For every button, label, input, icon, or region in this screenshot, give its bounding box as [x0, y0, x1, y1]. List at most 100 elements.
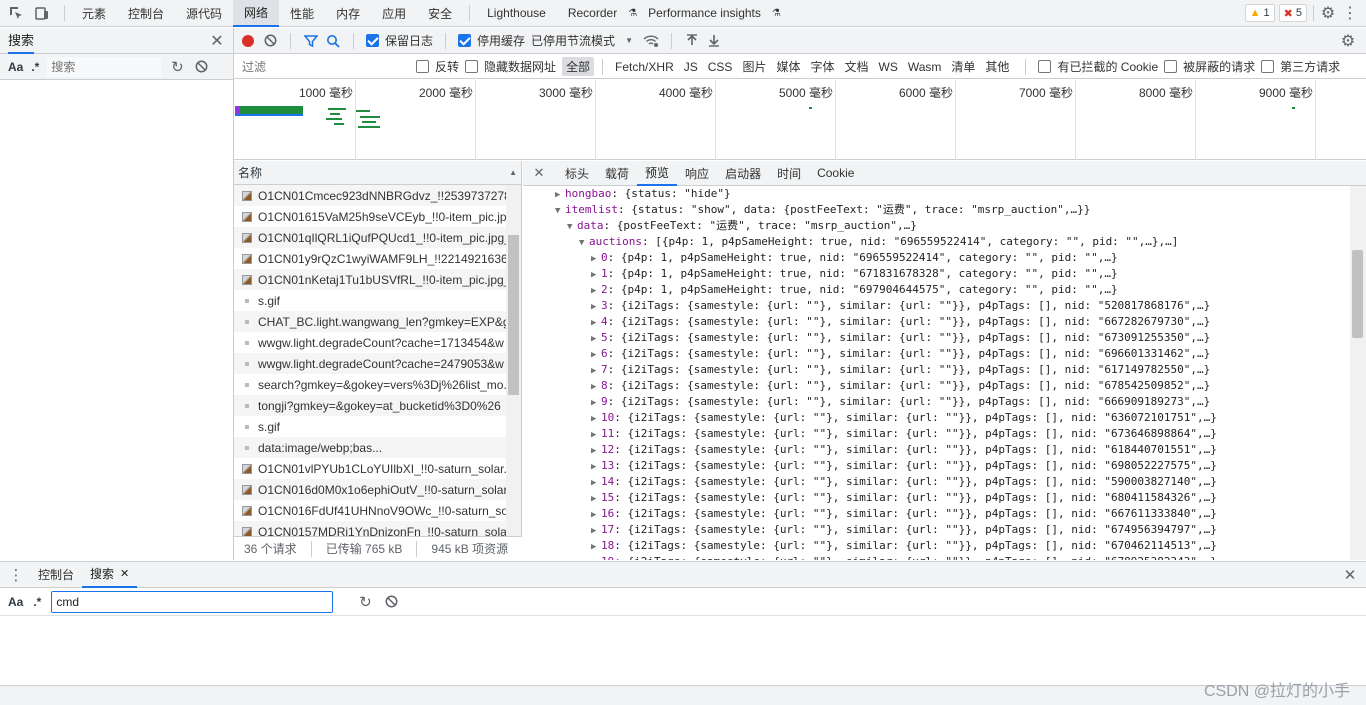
json-line[interactable]: ▶19: {i2iTags: {samestyle: {url: ""}, si…	[523, 554, 1350, 560]
json-line[interactable]: ▶ 9: {i2iTags: {samestyle: {url: ""}, sim…	[523, 394, 1350, 410]
collapsed-triangle-icon[interactable]: ▶	[591, 363, 601, 379]
third-party-checkbox[interactable]	[1261, 60, 1275, 73]
request-row[interactable]: wwgw.light.degradeCount?cache=1713454&w	[234, 332, 521, 353]
tab-9[interactable]: Recorder	[557, 0, 628, 27]
json-line[interactable]: ▶ 8: {i2iTags: {samestyle: {url: ""}, sim…	[523, 378, 1350, 394]
detail-tab-0[interactable]: 标头	[557, 161, 597, 186]
filter-type-0[interactable]: 全部	[562, 57, 595, 76]
json-line[interactable]: ▶ 11: {i2iTags: {samestyle: {url: ""}, si…	[523, 426, 1350, 442]
more-options-icon[interactable]: ⋮	[1342, 5, 1358, 22]
collapsed-triangle-icon[interactable]: ▶	[591, 395, 601, 411]
request-row[interactable]: O1CN016d0M0x1o6ephiOutV_!!0-saturn_solar	[234, 479, 521, 500]
collapsed-triangle-icon[interactable]: ▶	[591, 555, 601, 560]
request-row[interactable]: data:image/webp;bas...	[234, 437, 521, 458]
record-icon[interactable]	[240, 33, 256, 49]
json-line[interactable]: ▶ 1: {p4p: 1, p4pSameHeight: true, nid: "…	[523, 266, 1350, 282]
search-tab-title[interactable]: 搜索	[8, 28, 35, 54]
json-line[interactable]: ▶ 3: {i2iTags: {samestyle: {url: ""}, sim…	[523, 298, 1350, 314]
expanded-triangle-icon[interactable]: ▼	[579, 235, 589, 251]
collapsed-triangle-icon[interactable]: ▶	[555, 187, 565, 203]
detail-tab-6[interactable]: Cookie	[809, 161, 862, 186]
throttle-dropdown-icon[interactable]: ▼	[621, 33, 637, 49]
disable-cache-checkbox[interactable]	[458, 34, 472, 47]
network-overview-timeline[interactable]: 1000 毫秒 2000 毫秒 3000 毫秒 4000 毫秒 5000 毫秒 6000 …	[234, 80, 1366, 160]
detail-tab-1[interactable]: 载荷	[597, 161, 637, 186]
request-row[interactable]: O1CN01vlPYUb1CLoYUIlbXI_!!0-saturn_solar…	[234, 458, 521, 479]
collapsed-triangle-icon[interactable]: ▶	[591, 267, 601, 283]
filter-type-3[interactable]: CSS	[704, 59, 737, 75]
preview-scroll-thumb[interactable]	[1352, 250, 1363, 338]
tab-8[interactable]: Lighthouse	[476, 0, 557, 27]
json-line[interactable]: ▶ 16: {i2iTags: {samestyle: {url: ""}, si…	[523, 506, 1350, 522]
hide-data-urls-checkbox[interactable]	[465, 60, 479, 73]
json-line[interactable]: ▶ 12: {i2iTags: {samestyle: {url: ""}, si…	[523, 442, 1350, 458]
invert-checkbox[interactable]	[416, 60, 429, 73]
export-har-icon[interactable]	[706, 33, 722, 49]
name-column-header[interactable]: 名称	[238, 164, 262, 181]
request-list-scrollbar[interactable]	[506, 185, 521, 536]
json-line[interactable]: ▼ data: {postFeeText: "运费", trace: "msrp_…	[523, 218, 1350, 234]
json-line[interactable]: ▶ 14: {i2iTags: {samestyle: {url: ""}, si…	[523, 474, 1350, 490]
filter-type-2[interactable]: JS	[680, 59, 702, 75]
collapsed-triangle-icon[interactable]: ▶	[591, 283, 601, 299]
tab-3[interactable]: 网络	[233, 0, 280, 27]
filter-type-9[interactable]: Wasm	[904, 59, 946, 75]
settings-gear-icon[interactable]: ⚙	[1320, 5, 1336, 22]
network-settings-gear-icon[interactable]: ⚙	[1340, 33, 1356, 50]
request-list-scroll-thumb[interactable]	[508, 235, 519, 395]
tab-2[interactable]: 源代码	[175, 0, 233, 27]
request-row[interactable]: s.gif	[234, 416, 521, 437]
match-case-button[interactable]: Aa	[8, 60, 23, 74]
json-line[interactable]: ▶ hongbao: {status: "hide"}	[523, 186, 1350, 202]
drawer-clear-icon[interactable]	[383, 594, 399, 610]
drawer-regex-button[interactable]: .*	[33, 595, 41, 609]
collapsed-triangle-icon[interactable]: ▶	[591, 315, 601, 331]
inspect-element-icon[interactable]	[8, 5, 24, 21]
tab-6[interactable]: 应用	[371, 0, 417, 27]
tab-0[interactable]: 元素	[71, 0, 117, 27]
collapsed-triangle-icon[interactable]: ▶	[591, 427, 601, 443]
json-line[interactable]: ▶ 5: {i2iTags: {samestyle: {url: ""}, sim…	[523, 330, 1350, 346]
request-row[interactable]: O1CN01qIlQRL1iQufPQUcd1_!!0-item_pic.jpg…	[234, 227, 521, 248]
request-row[interactable]: O1CN01y9rQzC1wyiWAMF9LH_!!2214921636	[234, 248, 521, 269]
clear-log-icon[interactable]	[262, 33, 278, 49]
request-row[interactable]: tongji?gmkey=&gokey=at_bucketid%3D0%26	[234, 395, 521, 416]
warnings-badge[interactable]: ▲ 1	[1244, 4, 1275, 22]
tab-4[interactable]: 性能	[279, 0, 325, 27]
tab-1[interactable]: 控制台	[117, 0, 175, 27]
collapsed-triangle-icon[interactable]: ▶	[591, 459, 601, 475]
filter-icon[interactable]	[303, 33, 319, 49]
drawer-tab-1[interactable]: 搜索 ✕	[82, 562, 138, 588]
collapsed-triangle-icon[interactable]: ▶	[591, 523, 601, 539]
filter-type-10[interactable]: 清单	[947, 57, 979, 76]
filter-input[interactable]	[238, 56, 402, 77]
request-row[interactable]: wwgw.light.degradeCount?cache=2479053&w	[234, 353, 521, 374]
collapsed-triangle-icon[interactable]: ▶	[591, 299, 601, 315]
collapsed-triangle-icon[interactable]: ▶	[591, 331, 601, 347]
filter-type-5[interactable]: 媒体	[772, 57, 804, 76]
detail-tab-2[interactable]: 预览	[637, 161, 678, 186]
tab-7[interactable]: 安全	[417, 0, 463, 27]
import-har-icon[interactable]	[684, 33, 700, 49]
collapsed-triangle-icon[interactable]: ▶	[591, 491, 601, 507]
filter-type-6[interactable]: 字体	[806, 57, 838, 76]
json-line[interactable]: ▶ 17: {i2iTags: {samestyle: {url: ""}, si…	[523, 522, 1350, 538]
close-drawer-icon[interactable]: ✕	[1342, 567, 1358, 584]
collapsed-triangle-icon[interactable]: ▶	[591, 539, 601, 555]
request-row[interactable]: O1CN01615VaM25h9seVCEyb_!!0-item_pic.jpg	[234, 206, 521, 227]
collapsed-triangle-icon[interactable]: ▶	[591, 443, 601, 459]
drawer-search-input[interactable]	[51, 590, 334, 613]
search-icon[interactable]	[325, 33, 341, 49]
json-line[interactable]: ▶ 18: {i2iTags: {samestyle: {url: ""}, si…	[523, 538, 1350, 554]
collapsed-triangle-icon[interactable]: ▶	[591, 379, 601, 395]
json-line[interactable]: ▼ auctions: [{p4p: 1, p4pSameHeight: true…	[523, 234, 1350, 250]
detail-tab-5[interactable]: 时间	[769, 161, 809, 186]
collapsed-triangle-icon[interactable]: ▶	[591, 475, 601, 491]
request-row[interactable]: O1CN01Cmcec923dNNBRGdvz_!!2539737278.	[234, 185, 521, 206]
preserve-log-checkbox[interactable]	[366, 34, 379, 47]
device-toolbar-icon[interactable]	[34, 5, 50, 21]
request-row[interactable]: s.gif	[234, 290, 521, 311]
preview-scrollbar[interactable]	[1350, 186, 1366, 560]
clear-icon[interactable]	[193, 59, 209, 75]
request-row[interactable]: O1CN016FdUf41UHNnoV9OWc_!!0-saturn_sol	[234, 500, 521, 521]
